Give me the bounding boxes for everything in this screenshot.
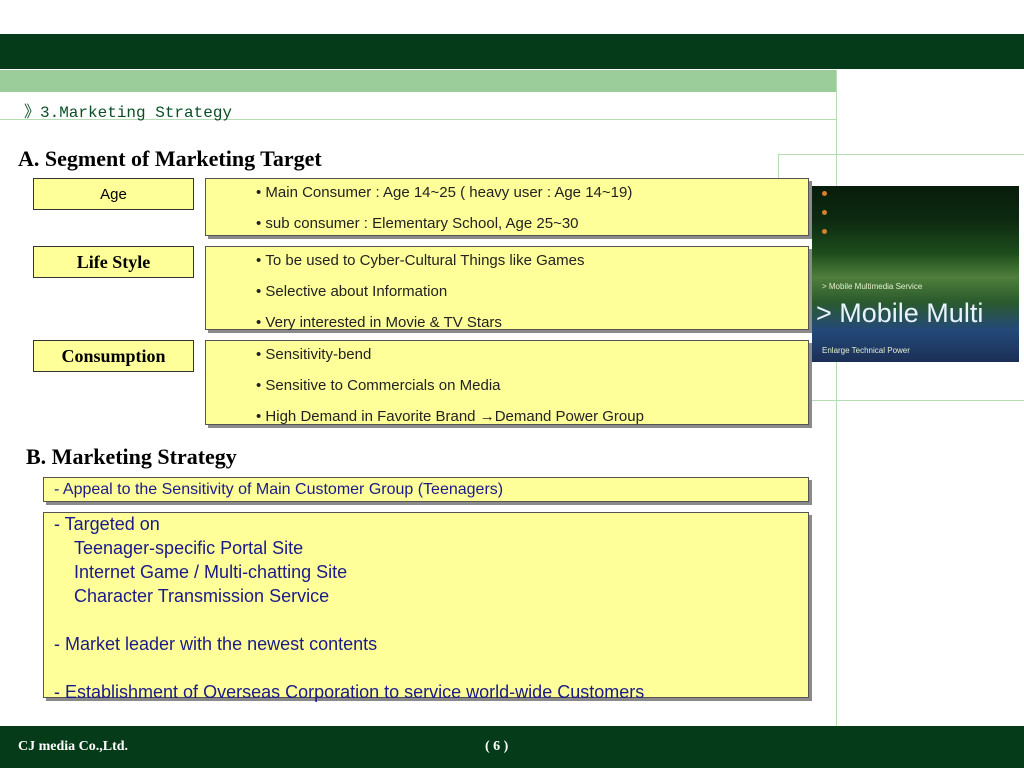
header-bar xyxy=(0,34,1024,69)
segment-content-age: Main Consumer : Age 14~25 ( heavy user :… xyxy=(205,178,809,236)
list-item: To be used to Cyber-Cultural Things like… xyxy=(256,247,584,278)
image-headline: > Mobile Multi xyxy=(816,298,984,328)
section-b-title: B. Marketing Strategy xyxy=(26,444,237,469)
strategy-targeted-on: - Targeted on xyxy=(54,514,160,534)
bullet-list: To be used to Cyber-Cultural Things like… xyxy=(256,247,584,340)
segment-label-age: Age xyxy=(33,178,194,210)
bullet-dot-icon xyxy=(822,210,827,215)
segment-label-text: Consumption xyxy=(61,345,166,366)
divider-photo-bottom xyxy=(812,400,1024,401)
divider-vertical xyxy=(836,70,837,726)
breadcrumb: 》3.Marketing Strategy xyxy=(24,104,233,122)
list-item: Selective about Information xyxy=(256,278,584,309)
segment-label-text: Age xyxy=(100,185,127,203)
bullet-list: Sensitivity-bend Sensitive to Commercial… xyxy=(256,341,644,434)
strategy-headline: - Appeal to the Sensitivity of Main Cust… xyxy=(43,477,809,502)
list-item: Sensitive to Commercials on Media xyxy=(256,372,644,403)
header-strip xyxy=(0,70,836,92)
section-a-title: A. Segment of Marketing Target xyxy=(18,146,322,171)
segment-label-lifestyle: Life Style xyxy=(33,246,194,278)
image-caption: > Mobile Multimedia Service xyxy=(822,282,923,291)
page-number: ( 6 ) xyxy=(485,739,509,754)
footer-bar: CJ media Co.,Ltd. ( 6 ) xyxy=(0,726,1024,768)
mobile-multimedia-image: > Mobile Multimedia Service > Mobile Mul… xyxy=(812,186,1019,362)
segment-content-lifestyle: To be used to Cyber-Cultural Things like… xyxy=(205,246,809,331)
company-name: CJ media Co.,Ltd. xyxy=(18,739,129,754)
divider-photo-top xyxy=(778,154,1024,155)
segment-content-consumption: Sensitivity-bend Sensitive to Commercial… xyxy=(205,340,809,425)
bullet-list: Main Consumer : Age 14~25 ( heavy user :… xyxy=(256,179,632,241)
list-item: High Demand in Favorite Brand →Demand Po… xyxy=(256,403,644,434)
list-item: Character Transmission Service xyxy=(74,586,330,606)
list-item: Very interested in Movie & TV Stars xyxy=(256,309,584,340)
strategy-details: - Targeted on Teenager-specific Portal S… xyxy=(43,512,809,702)
list-item: Sensitivity-bend xyxy=(256,341,644,372)
bullet-dot-icon xyxy=(822,191,827,196)
image-subcaption: Enlarge Technical Power xyxy=(822,346,910,355)
list-item: Main Consumer : Age 14~25 ( heavy user :… xyxy=(256,179,632,210)
strategy-market-leader: - Market leader with the newest contents xyxy=(54,634,378,654)
list-item: Internet Game / Multi-chatting Site xyxy=(74,562,348,582)
strategy-overseas: - Establishment of Overseas Corporation … xyxy=(54,682,645,702)
list-item: sub consumer : Elementary School, Age 25… xyxy=(256,210,632,241)
divider-vertical-inner xyxy=(778,154,779,180)
segment-label-consumption: Consumption xyxy=(33,340,194,372)
segment-label-text: Life Style xyxy=(76,251,151,272)
bullet-dot-icon xyxy=(822,229,827,234)
list-item: Teenager-specific Portal Site xyxy=(74,538,304,558)
